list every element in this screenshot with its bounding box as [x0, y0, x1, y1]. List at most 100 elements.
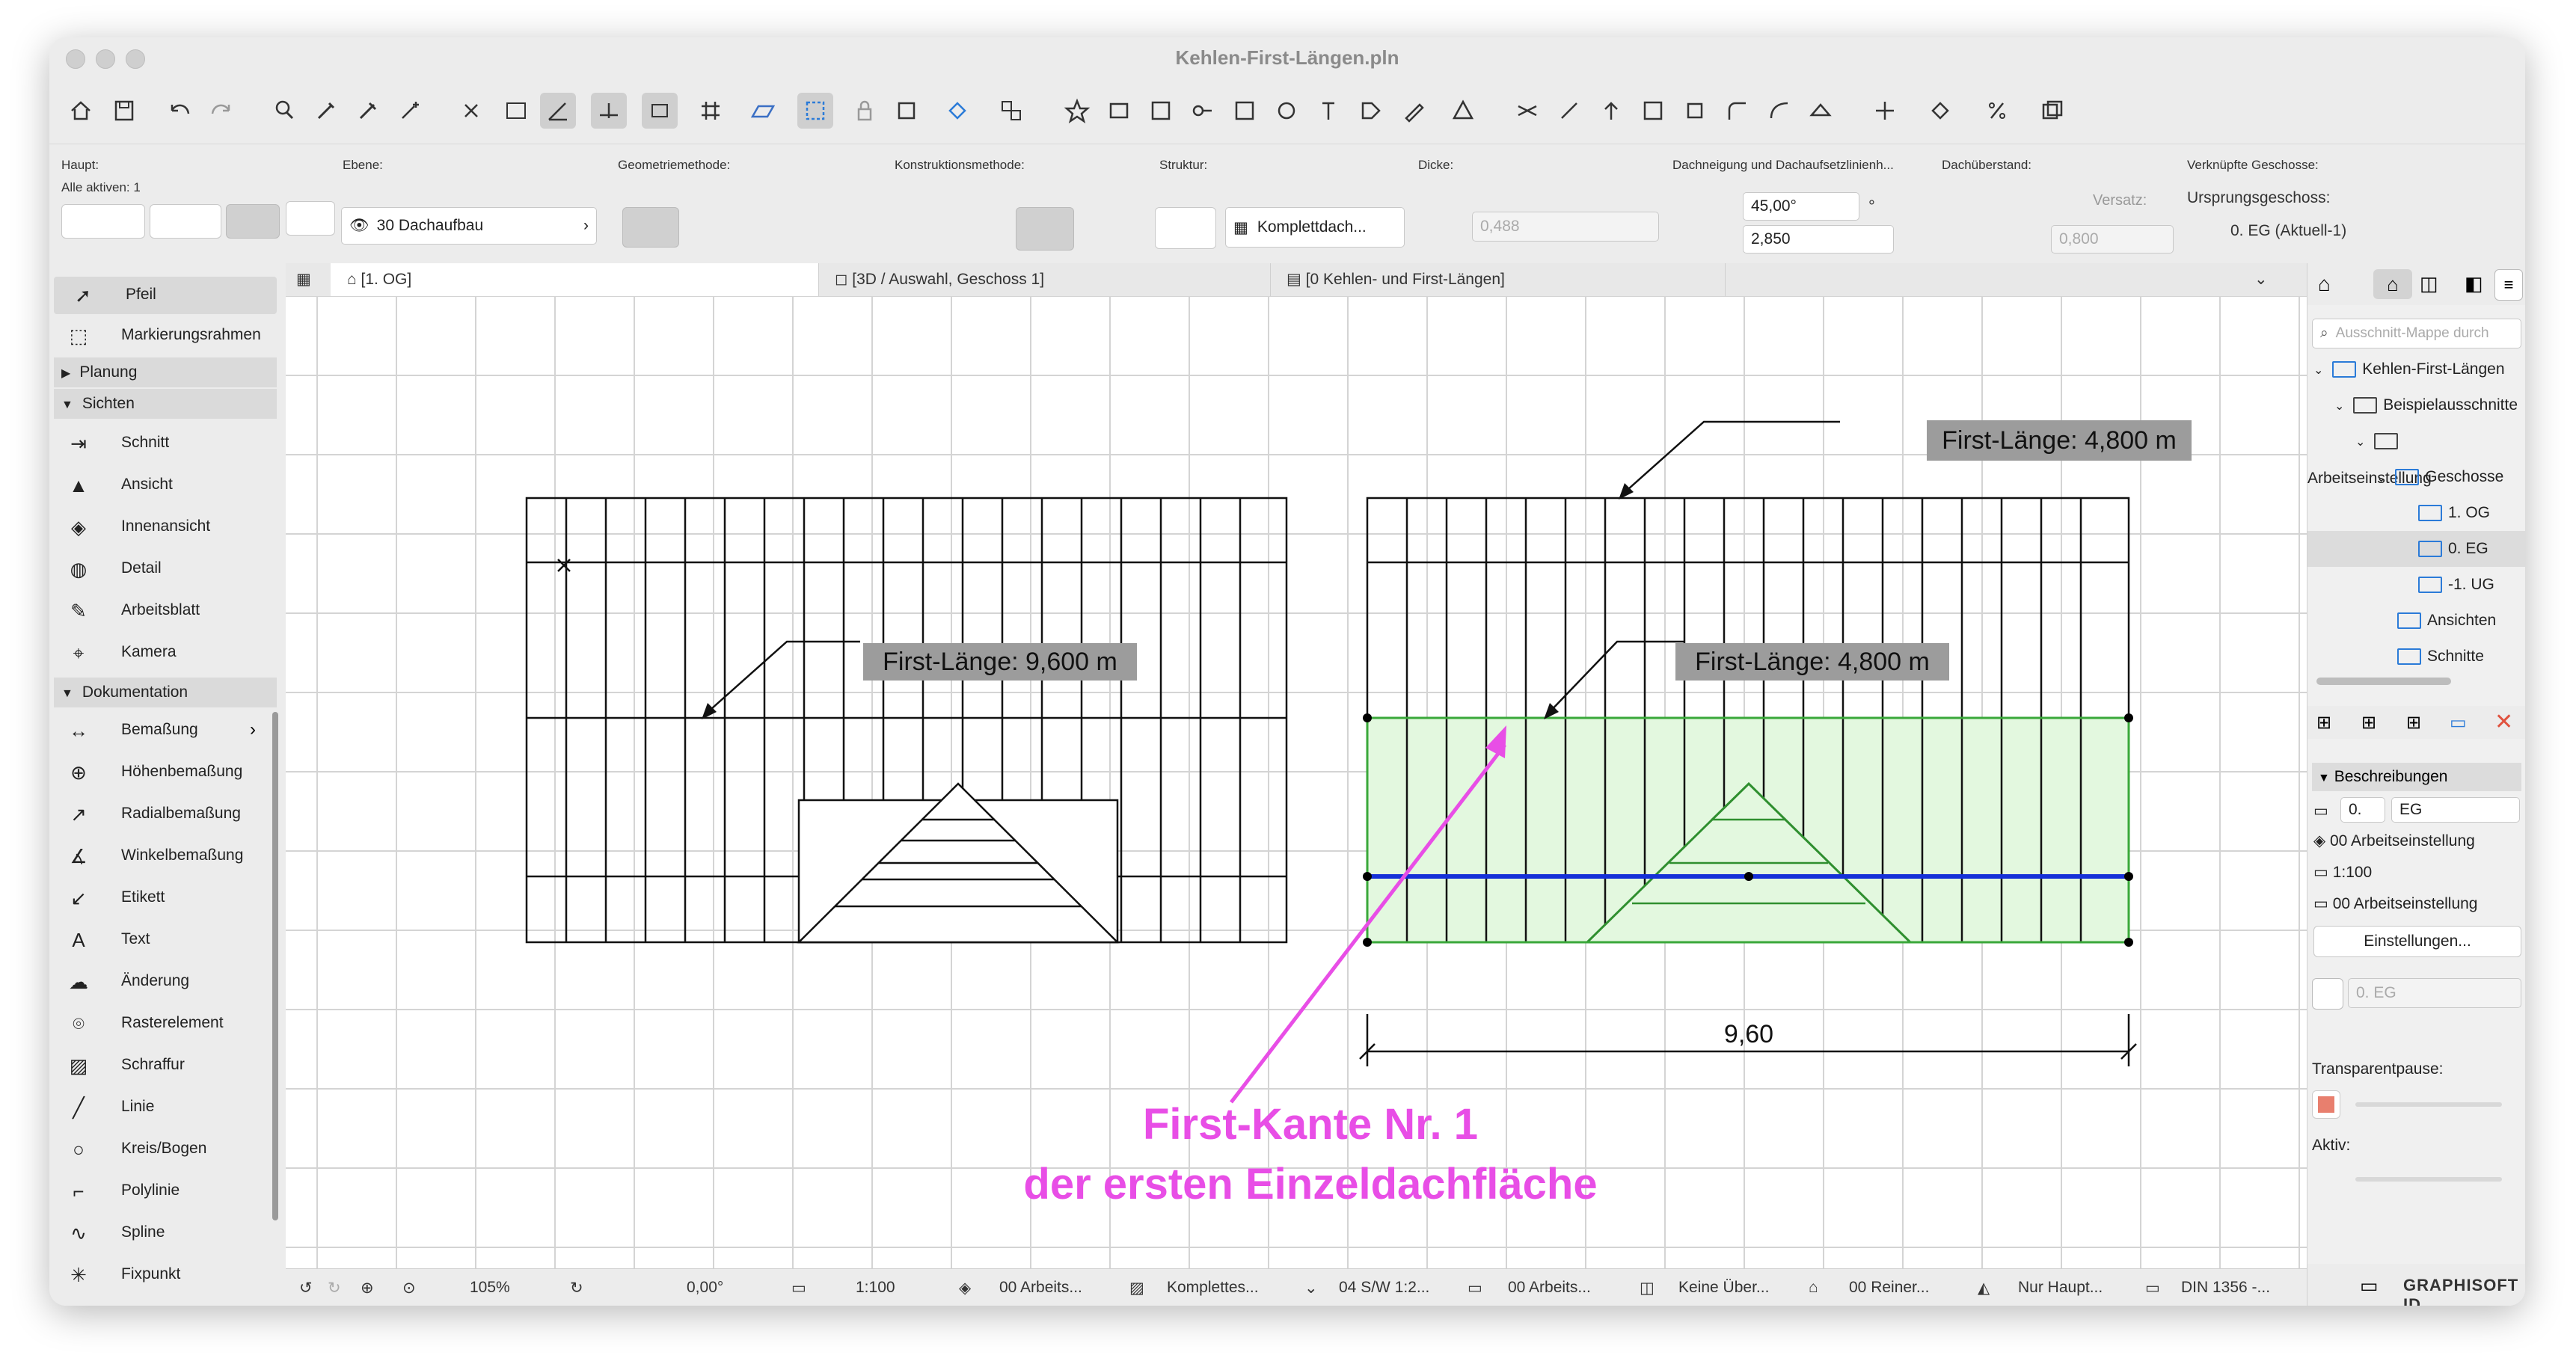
delete-icon[interactable]: ✕: [2494, 709, 2513, 735]
structure-value[interactable]: Komplettes...: [1167, 1279, 1259, 1297]
offset-icon[interactable]: [1677, 93, 1713, 129]
tool-schnitt[interactable]: ⇥ Schnitt: [49, 425, 274, 462]
tool-spline[interactable]: ∿ Spline: [49, 1214, 274, 1252]
model-view-value[interactable]: 00 Arbeits...: [1508, 1279, 1591, 1297]
tab-3d[interactable]: ◻ [3D / Auswahl, Geschoss 1]: [818, 263, 1271, 296]
tool-innenansicht[interactable]: ◈ Innenansicht: [49, 509, 274, 546]
tool-schraffur[interactable]: ▨ Schraffur: [49, 1047, 274, 1084]
struktur-select[interactable]: ▦ Komplettdach...: [1225, 207, 1405, 248]
tree-item-1og[interactable]: 1. OG: [2307, 495, 2525, 531]
tree-item-beispielausschnitte[interactable]: ⌄ Beispielausschnitte: [2307, 387, 2525, 423]
structure-display-value[interactable]: Nur Haupt...: [2018, 1279, 2103, 1297]
zoom-in-icon[interactable]: ⊕: [361, 1279, 374, 1297]
construction-method-1-button[interactable]: [899, 207, 948, 249]
scale-icon[interactable]: [498, 93, 534, 129]
override-value[interactable]: Keine Über...: [1678, 1279, 1769, 1297]
grid-snap-icon[interactable]: [693, 93, 729, 129]
screen-icon[interactable]: ▭: [2360, 1274, 2379, 1297]
dimension-std-value[interactable]: DIN 1356 -...: [2181, 1279, 2270, 1297]
renovation-value[interactable]: 00 Reiner...: [1849, 1279, 1929, 1297]
selection-mode-icon[interactable]: [797, 93, 833, 129]
redo-icon[interactable]: [203, 93, 239, 129]
versatz-input[interactable]: 0,800: [2051, 225, 2174, 254]
pen-set-value[interactable]: 04 S/W 1:2...: [1339, 1279, 1429, 1297]
layer-combination[interactable]: 00 Arbeits...: [999, 1279, 1082, 1297]
teamwork-icon[interactable]: [1269, 93, 1304, 129]
category-dokumentation[interactable]: ▼ Dokumentation: [54, 678, 277, 707]
desc-row-layers[interactable]: ◈ 00 Arbeitseinstellung: [2307, 832, 2525, 850]
publisher-icon[interactable]: ◧: [2465, 272, 2483, 295]
geometry-multi-plane-button[interactable]: [684, 207, 730, 246]
tool-pfeil[interactable]: ➚ Pfeil: [54, 277, 277, 314]
new-folder-icon[interactable]: ⊞: [2406, 712, 2421, 734]
scale-value[interactable]: 1:100: [856, 1279, 895, 1297]
tree-item-0eg[interactable]: 0. EG: [2307, 531, 2525, 567]
trace-geschoss-field[interactable]: 0. EG: [2348, 978, 2521, 1008]
adjust-icon[interactable]: [1551, 93, 1587, 129]
roof-plan-left[interactable]: [525, 497, 1288, 944]
tree-item-arbeitseinstellung[interactable]: ⌄ Arbeitseinstellung: [2307, 423, 2525, 487]
resize-icon[interactable]: [1635, 93, 1671, 129]
toolbox-scrollbar[interactable]: [272, 712, 278, 1220]
label-first-laenge-mid[interactable]: First-Länge: 4,800 m: [1675, 643, 1949, 681]
angle-value[interactable]: 0,00°: [687, 1279, 723, 1297]
selection-filter-button[interactable]: [61, 204, 145, 239]
view-map-icon[interactable]: ⌂: [2373, 269, 2412, 299]
pencil-icon[interactable]: [1396, 93, 1432, 129]
rotate-tool-button[interactable]: [226, 204, 280, 239]
move-icon[interactable]: [1867, 93, 1903, 129]
category-sichten[interactable]: ▼ Sichten: [54, 389, 277, 419]
trace-icon[interactable]: [2312, 978, 2343, 1010]
tab-layout[interactable]: ▤ [0 Kehlen- und First-Längen]: [1270, 263, 1726, 296]
dachneigung-angle-input[interactable]: 45,00°: [1743, 192, 1859, 221]
layout-icon[interactable]: [1143, 93, 1179, 129]
split-icon[interactable]: [1509, 93, 1545, 129]
percent-icon[interactable]: [1979, 93, 2015, 129]
tool-linie[interactable]: ╱ Linie: [49, 1089, 274, 1126]
tool-ansicht[interactable]: ▲ Ansicht: [49, 467, 274, 504]
tool-winkelbemassung[interactable]: ∡ Winkelbemaßung: [49, 838, 274, 875]
navigator-menu-icon[interactable]: ≡: [2494, 269, 2523, 301]
tree-item-geschosse[interactable]: ⌄ Geschosse: [2307, 459, 2525, 495]
tool-arbeitsblatt[interactable]: ✎ Arbeitsblatt: [49, 592, 274, 630]
save-view-icon[interactable]: ⊞: [2316, 712, 2331, 734]
tool-detail[interactable]: ◍ Detail: [49, 550, 274, 588]
tool-radialbemassung[interactable]: ↗ Radialbemaßung: [49, 796, 274, 833]
eyedropper-icon[interactable]: [308, 93, 344, 129]
label-first-laenge-top[interactable]: First-Länge: 4,800 m: [1927, 420, 2192, 461]
layers-icon[interactable]: [889, 93, 924, 129]
tool-text[interactable]: A Text: [49, 921, 274, 959]
label-first-laenge-left[interactable]: First-Länge: 9,600 m: [863, 643, 1137, 681]
tool-hoehenbemassung[interactable]: ⊕ Höhenbemaßung: [49, 754, 274, 791]
tool-kamera[interactable]: ⌖ Kamera: [49, 634, 274, 672]
tree-item-1ug[interactable]: -1. UG: [2307, 567, 2525, 603]
fillet-icon[interactable]: [1719, 93, 1755, 129]
text-style-icon[interactable]: [1310, 93, 1346, 129]
construction-method-2-button[interactable]: [957, 207, 1007, 249]
roof-shape-button[interactable]: [286, 201, 335, 236]
find-select-icon[interactable]: [266, 93, 302, 129]
ursprung-value[interactable]: 0. EG (Aktuell-1): [2230, 222, 2346, 240]
tool-rasterelement[interactable]: ⌾ Rasterelement: [49, 1005, 274, 1042]
tool-markierungsrahmen[interactable]: ⬚ Markierungsrahmen: [49, 317, 274, 354]
marquee-filter-button[interactable]: [150, 204, 221, 239]
layout-book-icon[interactable]: ◫: [2420, 272, 2438, 295]
tool-etikett[interactable]: ↙ Etikett: [49, 879, 274, 917]
desc-name-input[interactable]: EG: [2391, 797, 2520, 823]
dachaufsetz-height-input[interactable]: 2,850: [1743, 225, 1894, 254]
navigator-search[interactable]: ⌕ Ausschnitt-Mappe durch: [2312, 319, 2521, 348]
tree-item-ansichten[interactable]: Ansichten: [2307, 603, 2525, 639]
navigator-scrollbar[interactable]: [2316, 678, 2451, 685]
ebene-select[interactable]: 👁 30 Dachaufbau ›: [341, 207, 597, 245]
redo-zoom-icon[interactable]: ↻: [328, 1279, 341, 1297]
transparency-slider[interactable]: [2355, 1102, 2502, 1107]
fill-icon[interactable]: [1922, 93, 1958, 129]
desc-row-model-view[interactable]: ▭ 00 Arbeitseinstellung: [2307, 894, 2525, 913]
snap-guides-icon[interactable]: [591, 93, 627, 129]
construction-method-3-button[interactable]: [1016, 207, 1074, 251]
lock-icon[interactable]: [847, 93, 883, 129]
elevate-icon[interactable]: [1593, 93, 1629, 129]
tab-overview-icon[interactable]: ▦: [286, 263, 331, 296]
roof-plan-right[interactable]: [1363, 497, 2133, 947]
plane-icon[interactable]: [745, 93, 781, 129]
